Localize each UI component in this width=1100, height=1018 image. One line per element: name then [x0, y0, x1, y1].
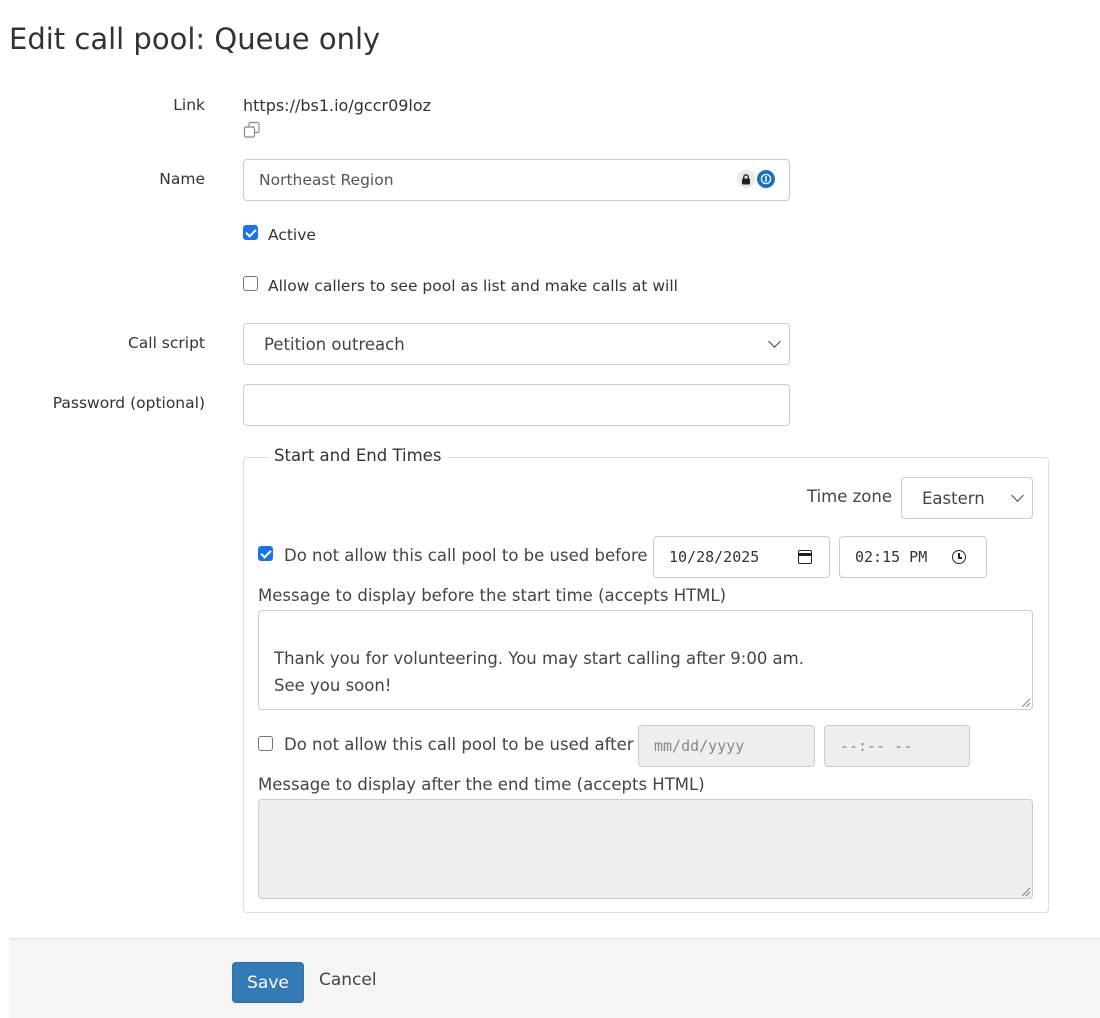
start-message-text: Thank you for volunteering. You may star…: [274, 649, 804, 695]
start-restriction-label: Do not allow this call pool to be used b…: [284, 546, 648, 565]
times-legend: Start and End Times: [269, 446, 447, 465]
end-date-placeholder: mm/dd/yyyy: [654, 737, 745, 755]
end-message-label: Message to display after the end time (a…: [258, 775, 705, 794]
chevron-down-icon: [1011, 489, 1024, 502]
timezone-value: Eastern: [922, 488, 985, 508]
name-input[interactable]: [243, 159, 790, 201]
start-message-label: Message to display before the start time…: [258, 586, 727, 605]
call-script-label: Call script: [127, 334, 205, 352]
resize-handle-icon[interactable]: [1022, 888, 1030, 896]
clock-icon[interactable]: [952, 550, 966, 564]
password-manager-icons[interactable]: [737, 170, 775, 188]
calendar-icon[interactable]: [798, 550, 812, 564]
lock-icon[interactable]: [737, 170, 755, 188]
password-manager-icon[interactable]: [757, 170, 775, 188]
allow-list-checkbox[interactable]: [243, 276, 258, 291]
start-message-textarea[interactable]: Thank you for volunteering. You may star…: [258, 610, 1033, 710]
resize-handle-icon[interactable]: [1022, 699, 1030, 707]
page-title: Edit call pool: Queue only: [9, 22, 381, 56]
end-message-textarea[interactable]: [258, 799, 1033, 899]
call-script-select[interactable]: Petition outreach: [243, 323, 790, 365]
start-restriction-checkbox[interactable]: [258, 546, 273, 561]
timezone-label: Time zone: [807, 487, 892, 506]
active-label: Active: [268, 226, 316, 244]
save-button[interactable]: Save: [232, 962, 304, 1003]
chevron-down-icon: [768, 335, 781, 348]
form-footer: [9, 938, 1100, 1018]
copy-icon[interactable]: [243, 121, 261, 139]
start-date-input[interactable]: 10/28/2025: [653, 536, 830, 578]
pool-link[interactable]: https://bs1.io/gccr09loz: [243, 96, 431, 115]
start-date-value: 10/28/2025: [669, 548, 760, 566]
cancel-button[interactable]: Cancel: [319, 970, 377, 990]
end-restriction-checkbox[interactable]: [258, 736, 273, 751]
end-time-placeholder: --:-- --: [840, 737, 913, 755]
start-time-input[interactable]: 02:15 PM: [839, 536, 987, 578]
end-date-input[interactable]: mm/dd/yyyy: [638, 725, 815, 767]
name-label: Name: [159, 170, 205, 188]
password-input[interactable]: [243, 384, 790, 426]
end-time-input[interactable]: --:-- --: [824, 725, 970, 767]
timezone-select[interactable]: Eastern: [901, 477, 1033, 519]
allow-list-label: Allow callers to see pool as list and ma…: [268, 277, 678, 295]
link-label: Link: [173, 96, 205, 114]
call-script-value: Petition outreach: [264, 334, 405, 354]
password-label: Password (optional): [52, 394, 205, 412]
start-time-value: 02:15 PM: [855, 548, 928, 566]
active-checkbox[interactable]: [243, 225, 258, 240]
end-restriction-label: Do not allow this call pool to be used a…: [284, 735, 634, 754]
